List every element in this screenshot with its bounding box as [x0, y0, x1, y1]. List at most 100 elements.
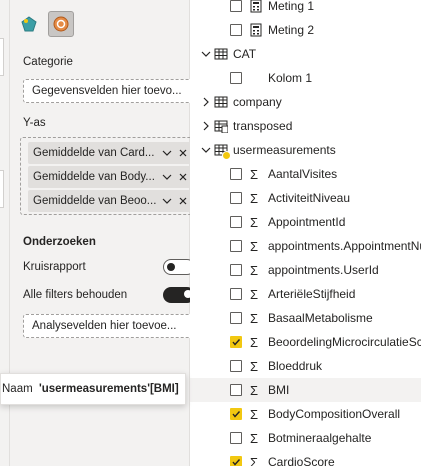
tree-field-row[interactable]: Meting 2	[190, 18, 421, 42]
tree-field-row[interactable]: Σ BodyCompositionOverall	[190, 402, 421, 426]
sigma-icon: Σ	[250, 334, 259, 350]
selected-fields-badge	[222, 151, 231, 160]
tree-field-row[interactable]: Σ AantalVisites	[190, 162, 421, 186]
chevron-down-icon[interactable]	[159, 145, 175, 161]
alle-filters-label: Alle filters behouden	[23, 289, 128, 301]
field-chip-label: Gemiddelde van Card...	[33, 147, 155, 159]
tree-field-row[interactable]: Σ ActiviteitNiveau	[190, 186, 421, 210]
table-icon	[214, 96, 228, 108]
field-checkbox[interactable]	[230, 288, 242, 300]
sigma-icon: Σ	[250, 214, 259, 230]
close-icon[interactable]	[175, 145, 191, 161]
field-label: BeoordelingMicrocirculatieScore	[268, 335, 421, 349]
field-checkbox[interactable]	[230, 216, 242, 228]
kruisrapport-label: Kruisrapport	[23, 261, 86, 273]
field-label: Bloeddruk	[268, 359, 323, 373]
calculator-icon	[250, 23, 262, 37]
field-chip-label: Gemiddelde van Body...	[33, 171, 155, 183]
tree-field-row[interactable]: Σappointments.AppointmentNumber	[190, 234, 421, 258]
field-chip-label: Gemiddelde van Beoo...	[33, 195, 157, 207]
field-checkbox[interactable]	[230, 240, 242, 252]
field-checkbox[interactable]	[230, 192, 242, 204]
field-label: CardioScore	[268, 455, 335, 466]
alle-filters-row: Alle filters behouden	[23, 286, 195, 304]
close-icon[interactable]	[175, 193, 191, 209]
fields-tree: Meting 1 Meting 2 CAT Kolom 1 company tr…	[190, 0, 421, 466]
field-checkbox[interactable]	[230, 336, 242, 348]
field-name-tooltip: Naam 'usermeasurements'[BMI]	[0, 373, 186, 405]
y-as-field-chip[interactable]: Gemiddelde van Body...	[28, 166, 191, 188]
sigma-icon: Σ	[250, 406, 259, 422]
chevron-down-icon[interactable]	[201, 49, 211, 59]
close-icon[interactable]	[175, 169, 191, 185]
table-label: usermeasurements	[233, 143, 336, 157]
table-label: company	[233, 95, 282, 109]
tooltip-key: Naam	[2, 383, 33, 395]
y-as-drop-well[interactable]: Gemiddelde van Card... Gemiddelde van Bo…	[20, 137, 194, 215]
tree-field-row[interactable]: Σ AppointmentId	[190, 210, 421, 234]
tree-field-row[interactable]: Kolom 1	[190, 66, 421, 90]
tree-field-row[interactable]: Σ Bloeddruk	[190, 354, 421, 378]
chevron-down-icon[interactable]	[201, 145, 211, 155]
fields-build-icon[interactable]	[16, 11, 42, 37]
categorie-drop-well[interactable]: Gegevensvelden hier toevo...	[23, 79, 194, 103]
calculator-icon	[250, 0, 262, 13]
table-label: transposed	[233, 119, 293, 133]
tree-field-row[interactable]: Σ CardioScore	[190, 450, 421, 466]
y-as-field-chip[interactable]: Gemiddelde van Card...	[28, 142, 191, 164]
sigma-icon: Σ	[250, 454, 259, 466]
tree-field-row[interactable]: Meting 1	[190, 0, 421, 18]
table-icon	[214, 48, 228, 60]
field-checkbox[interactable]	[230, 456, 242, 466]
sigma-icon: Σ	[250, 238, 259, 254]
chevron-right-icon[interactable]	[201, 121, 211, 131]
sigma-icon: Σ	[250, 166, 259, 182]
field-checkbox[interactable]	[230, 312, 242, 324]
tooltip-value: 'usermeasurements'[BMI]	[39, 383, 179, 395]
field-checkbox[interactable]	[230, 72, 242, 84]
field-label: ArteriëleStijfheid	[268, 287, 356, 301]
field-label: appointments.AppointmentNumber	[268, 239, 421, 253]
field-checkbox[interactable]	[230, 408, 242, 420]
tree-table-company[interactable]: company	[190, 90, 421, 114]
field-label: appointments.UserId	[268, 263, 379, 277]
field-label: BMI	[268, 383, 290, 397]
sigma-icon: Σ	[250, 262, 259, 278]
kruisrapport-row: Kruisrapport	[23, 258, 195, 276]
field-checkbox[interactable]	[230, 24, 242, 36]
calculated-table-icon	[214, 120, 228, 133]
sigma-icon: Σ	[250, 190, 259, 206]
field-checkbox[interactable]	[230, 168, 242, 180]
analysis-drop-well[interactable]: Analysevelden hier toevoe...	[23, 314, 194, 338]
tree-table-transposed[interactable]: transposed	[190, 114, 421, 138]
field-checkbox[interactable]	[230, 0, 242, 12]
sigma-icon: Σ	[250, 286, 259, 302]
tree-field-row[interactable]: Σ Botmineraalgehalte	[190, 426, 421, 450]
tree-table-usermeasurements[interactable]: usermeasurements	[190, 138, 421, 162]
onderzoeken-heading: Onderzoeken	[23, 236, 96, 248]
field-label: ActiviteitNiveau	[268, 191, 351, 205]
tree-field-row[interactable]: Σ BasaalMetabolisme	[190, 306, 421, 330]
field-label: Botmineraalgehalte	[268, 431, 372, 445]
sigma-icon: Σ	[250, 310, 259, 326]
tree-field-row[interactable]: Σ BMI	[190, 378, 421, 402]
field-checkbox[interactable]	[230, 432, 242, 444]
field-label: Kolom 1	[268, 71, 313, 85]
tree-table-cat[interactable]: CAT	[190, 42, 421, 66]
strip-marker	[0, 38, 4, 76]
field-label: BasaalMetabolisme	[268, 311, 373, 325]
tree-field-row[interactable]: Σ BeoordelingMicrocirculatieScore	[190, 330, 421, 354]
tree-field-row[interactable]: Σappointments.UserId	[190, 258, 421, 282]
field-checkbox[interactable]	[230, 384, 242, 396]
format-paint-icon[interactable]	[48, 11, 74, 37]
chevron-down-icon[interactable]	[159, 169, 175, 185]
strip-marker	[0, 170, 4, 208]
tree-field-row[interactable]: Σ ArteriëleStijfheid	[190, 282, 421, 306]
field-checkbox[interactable]	[230, 264, 242, 276]
chevron-right-icon[interactable]	[201, 97, 211, 107]
field-checkbox[interactable]	[230, 360, 242, 372]
y-as-field-chip[interactable]: Gemiddelde van Beoo...	[28, 190, 191, 212]
chevron-down-icon[interactable]	[159, 193, 175, 209]
field-label: Meting 1	[268, 0, 315, 13]
field-label: AppointmentId	[268, 215, 346, 229]
